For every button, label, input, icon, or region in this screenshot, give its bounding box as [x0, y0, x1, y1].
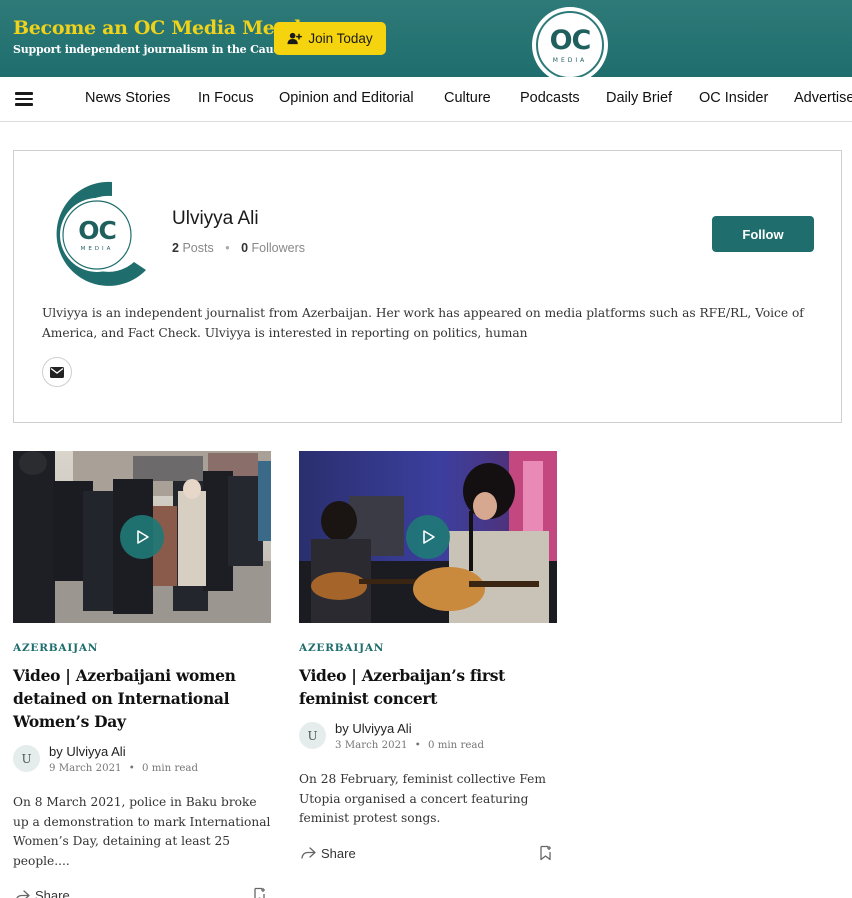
- author-link[interactable]: by Ulviyya Ali: [335, 721, 412, 736]
- share-icon: [301, 847, 316, 859]
- followers-count: 0: [241, 241, 249, 255]
- bookmark-icon: [540, 845, 551, 860]
- author-bio: Ulviyya is an independent journalist fro…: [42, 306, 804, 340]
- main-nav: News Stories In Focus Opinion and Editor…: [0, 77, 852, 122]
- article-byline: U by Ulviyya Ali 3 March 2021 • 0 min re…: [299, 721, 557, 756]
- logo-subtext: MEDIA: [552, 56, 588, 64]
- article-category[interactable]: AZERBAIJAN: [13, 642, 271, 654]
- play-button[interactable]: [406, 515, 450, 559]
- oc-media-logo[interactable]: OC MEDIA: [532, 7, 608, 83]
- author-avatar-text-wrap: OC MEDIA: [65, 218, 129, 252]
- article-meta: 9 March 2021 • 0 min read: [49, 763, 198, 774]
- play-button[interactable]: [120, 515, 164, 559]
- follow-button[interactable]: Follow: [712, 216, 814, 252]
- author-profile-card: OC MEDIA Ulviyya Ali 2 Posts • 0 Followe…: [13, 150, 842, 423]
- mail-icon: [50, 366, 64, 378]
- author-name: Ulviyya Ali: [172, 208, 259, 229]
- play-icon: [423, 530, 435, 544]
- add-person-icon: [287, 32, 303, 45]
- article-footer: Share: [13, 885, 271, 898]
- bookmark-button[interactable]: [253, 887, 267, 898]
- author-avatar-logo-sub: MEDIA: [80, 246, 114, 252]
- share-icon: [16, 889, 30, 898]
- article-date: 9 March 2021: [49, 763, 122, 774]
- followers-label: Followers: [251, 241, 306, 255]
- stats-separator: •: [225, 241, 230, 255]
- mail-button[interactable]: [42, 357, 72, 387]
- nav-item-daily-brief[interactable]: Daily Brief: [606, 90, 672, 106]
- author-avatar-small[interactable]: U: [299, 722, 326, 749]
- article-footer: Share: [299, 843, 557, 867]
- play-icon: [137, 530, 149, 544]
- nav-item-culture[interactable]: Culture: [444, 90, 491, 106]
- membership-banner: Become an OC Media Member Support indepe…: [0, 0, 852, 83]
- hamburger-menu-icon[interactable]: [15, 92, 33, 106]
- article-date: 3 March 2021: [335, 740, 408, 751]
- article-excerpt: On 28 February, feminist collective Fem …: [299, 772, 546, 825]
- nav-item-opinion-editorial[interactable]: Opinion and Editorial: [279, 90, 414, 106]
- share-button[interactable]: Share: [301, 846, 356, 861]
- join-today-button[interactable]: Join Today: [274, 22, 386, 55]
- banner-subtitle: Support independent journalism in the Ca…: [13, 43, 307, 56]
- article-title[interactable]: Video | Azerbaijani women detained on In…: [13, 664, 271, 733]
- author-link[interactable]: by Ulviyya Ali: [49, 744, 126, 759]
- article-category[interactable]: AZERBAIJAN: [299, 642, 557, 654]
- meta-separator: •: [414, 740, 421, 751]
- article-excerpt: On 8 March 2021, police in Baku broke up…: [13, 795, 271, 868]
- author-stats: 2 Posts • 0 Followers: [172, 241, 305, 255]
- article-title[interactable]: Video | Azerbaijan’s first feminist conc…: [299, 664, 557, 710]
- article-thumbnail[interactable]: [13, 451, 271, 623]
- meta-separator: •: [128, 763, 135, 774]
- nav-item-news-stories[interactable]: News Stories: [85, 90, 170, 106]
- posts-label: Posts: [182, 241, 214, 255]
- nav-item-advertise[interactable]: Advertise: [794, 90, 852, 106]
- article-card: AZERBAIJAN Video | Azerbaijan’s first fe…: [299, 451, 557, 867]
- share-label: Share: [35, 888, 70, 898]
- bookmark-icon: [254, 887, 265, 898]
- posts-count: 2: [172, 241, 179, 255]
- article-meta: 3 March 2021 • 0 min read: [335, 740, 484, 751]
- nav-item-podcasts[interactable]: Podcasts: [520, 90, 580, 106]
- article-byline: U by Ulviyya Ali 9 March 2021 • 0 min re…: [13, 744, 271, 779]
- share-label: Share: [321, 845, 356, 861]
- article-card: AZERBAIJAN Video | Azerbaijani women det…: [13, 451, 271, 898]
- author-avatar-small[interactable]: U: [13, 745, 40, 772]
- share-button[interactable]: Share: [15, 888, 70, 898]
- join-today-label: Join Today: [308, 31, 373, 46]
- article-read-time: 0 min read: [428, 740, 484, 751]
- bookmark-button[interactable]: [539, 845, 553, 866]
- nav-item-in-focus[interactable]: In Focus: [198, 90, 254, 106]
- author-avatar-logo: OC: [78, 216, 117, 245]
- nav-item-oc-insider[interactable]: OC Insider: [699, 90, 768, 106]
- logo-text: OC: [549, 24, 592, 56]
- article-thumbnail[interactable]: [299, 451, 557, 623]
- article-read-time: 0 min read: [142, 763, 198, 774]
